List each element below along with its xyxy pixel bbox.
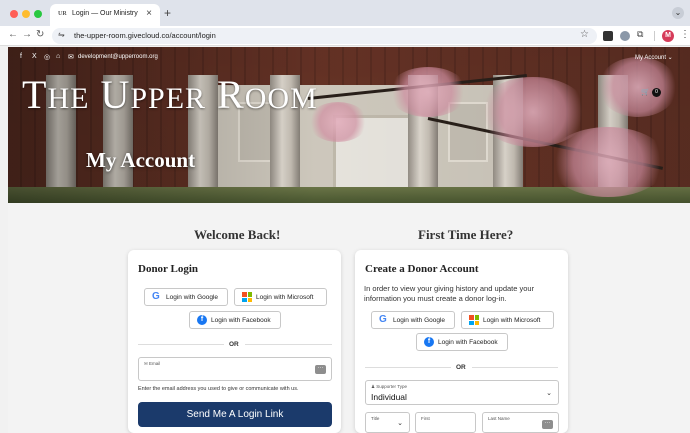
login-facebook-button[interactable]: f Login with Facebook — [189, 311, 281, 329]
email-field-label: ✉ Email — [144, 361, 161, 366]
password-manager-icon[interactable]: ··· — [542, 420, 553, 429]
supporter-type-select[interactable]: ♟ Supporter Type Individual ⌄ — [365, 380, 559, 405]
my-account-menu[interactable]: My Account ⌄ — [635, 54, 673, 61]
email-field-label-text: Email — [149, 361, 161, 366]
send-login-link-button[interactable]: Send Me A Login Link — [138, 402, 332, 427]
title-label: Title — [371, 416, 380, 421]
last-name-label: Last Name — [488, 416, 510, 421]
contact-email-link[interactable]: development@upperroom.org — [78, 54, 158, 60]
forward-arrow-icon[interactable]: → — [22, 29, 32, 40]
first-time-heading: First Time Here? — [418, 227, 514, 242]
donor-login-title: Donor Login — [138, 263, 199, 275]
or-divider-line — [138, 344, 224, 345]
minimize-window-button[interactable] — [22, 10, 30, 18]
mail-icon: ✉ — [68, 54, 74, 61]
last-name-field[interactable]: Last Name ··· — [482, 412, 559, 433]
tab-strip: UR Login — Our Ministry × + ⌄ — [0, 0, 690, 26]
extension-icon[interactable] — [620, 31, 630, 41]
browser-tab[interactable]: UR Login — Our Ministry × — [50, 4, 160, 26]
google-icon: G — [379, 314, 387, 325]
supporter-type-value: Individual — [371, 392, 407, 402]
main-content — [8, 203, 690, 433]
or-divider-line — [245, 344, 332, 345]
home-icon[interactable]: ⌂ — [56, 53, 60, 60]
login-google-label: Login with Google — [166, 294, 219, 301]
chevron-down-icon: ⌄ — [546, 390, 552, 397]
chevron-down-icon: ⌄ — [397, 420, 403, 427]
url-text[interactable]: the-upper-room.givecloud.co/account/logi… — [74, 31, 216, 40]
reload-icon[interactable]: ↻ — [36, 29, 44, 40]
page-title: My Account — [86, 148, 196, 172]
welcome-heading: Welcome Back! — [194, 227, 281, 242]
register-google-label: Login with Google — [393, 317, 446, 324]
site-topbar: f X ◎ ⌂ ✉ development@upperroom.org My A… — [8, 51, 690, 65]
facebook-icon: f — [197, 315, 207, 325]
tab-title: Login — Our Ministry — [72, 10, 138, 17]
or-divider-line — [472, 367, 558, 368]
browser-window: UR Login — Our Ministry × + ⌄ ← → ↻ ⇋ th… — [0, 0, 690, 433]
maximize-window-button[interactable] — [34, 10, 42, 18]
logo-letter: R — [217, 72, 245, 117]
login-facebook-label: Login with Facebook — [211, 317, 271, 324]
supporter-type-label-text: Supporter Type — [376, 384, 407, 389]
google-icon: G — [152, 291, 160, 302]
close-tab-icon[interactable]: × — [146, 8, 152, 19]
tab-search-chevron-icon[interactable]: ⌄ — [672, 7, 684, 19]
title-select[interactable]: Title ⌄ — [365, 412, 410, 433]
back-arrow-icon[interactable]: ← — [8, 29, 18, 40]
password-manager-icon[interactable]: ··· — [315, 365, 326, 374]
microsoft-icon — [469, 315, 479, 325]
create-account-title: Create a Donor Account — [365, 263, 479, 275]
supporter-type-label: ♟ Supporter Type — [371, 384, 407, 389]
address-bar[interactable]: ⇋ the-upper-room.givecloud.co/account/lo… — [52, 28, 597, 44]
register-microsoft-button[interactable]: Login with Microsoft — [461, 311, 554, 329]
instagram-icon[interactable]: ◎ — [44, 53, 50, 61]
new-tab-icon[interactable]: + — [164, 6, 171, 20]
extensions-puzzle-icon[interactable]: ⧉ — [637, 29, 643, 40]
login-microsoft-button[interactable]: Login with Microsoft — [234, 288, 327, 306]
or-divider-text: OR — [229, 341, 239, 348]
email-field[interactable]: ✉ Email ··· — [138, 357, 332, 381]
site-logo[interactable]: THE UPPER ROOM — [22, 71, 318, 118]
cart-count-badge: 0 — [652, 88, 661, 97]
extension-icon[interactable] — [603, 31, 613, 41]
x-twitter-icon[interactable]: X — [32, 53, 37, 60]
email-help-text: Enter the email address you used to give… — [138, 386, 299, 392]
register-facebook-button[interactable]: f Login with Facebook — [416, 333, 508, 351]
login-microsoft-label: Login with Microsoft — [256, 294, 314, 301]
facebook-icon[interactable]: f — [20, 53, 22, 60]
logo-letters: HE — [47, 82, 90, 115]
microsoft-icon — [242, 292, 252, 302]
or-divider-text: OR — [456, 364, 466, 371]
logo-letter: T — [22, 72, 48, 117]
close-window-button[interactable] — [10, 10, 18, 18]
browser-toolbar: ← → ↻ ⇋ the-upper-room.givecloud.co/acco… — [0, 26, 690, 46]
or-divider-line — [365, 367, 451, 368]
browser-menu-icon[interactable]: ⋮ — [680, 29, 690, 40]
register-facebook-label: Login with Facebook — [438, 339, 498, 346]
my-account-label: My Account — [635, 55, 667, 61]
toolbar-divider — [654, 31, 655, 41]
create-account-description: In order to view your giving history and… — [364, 284, 535, 303]
register-microsoft-label: Login with Microsoft — [483, 317, 541, 324]
facebook-icon: f — [424, 337, 434, 347]
logo-letters: OOM — [244, 82, 318, 115]
logo-letters: PPER — [130, 82, 207, 115]
login-google-button[interactable]: G Login with Google — [144, 288, 228, 306]
logo-letter: U — [100, 72, 131, 117]
bookmark-star-icon[interactable]: ☆ — [580, 29, 589, 40]
site-info-icon[interactable]: ⇋ — [58, 30, 65, 39]
tab-favicon-icon: UR — [58, 11, 67, 17]
profile-avatar[interactable]: M — [662, 30, 674, 42]
first-name-field[interactable]: First — [415, 412, 476, 433]
first-name-label: First — [421, 416, 430, 421]
register-google-button[interactable]: G Login with Google — [371, 311, 455, 329]
